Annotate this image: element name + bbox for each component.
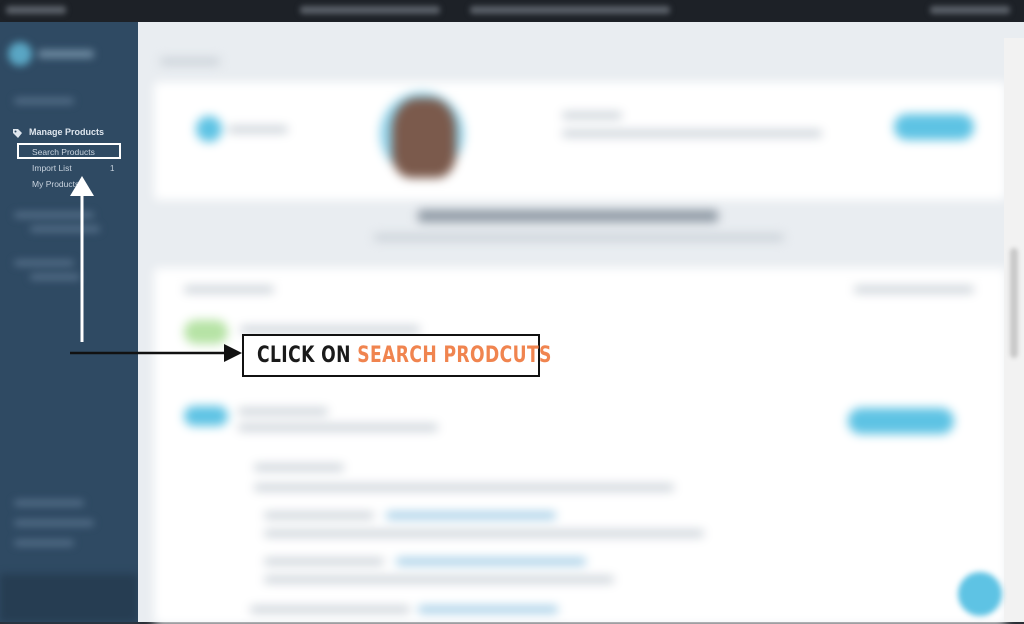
- annotation-arrows: [70, 176, 242, 362]
- callout-text-prefix: CLICK ON: [257, 343, 358, 368]
- up-arrow-icon: [70, 176, 94, 196]
- callout-text-highlight: SEARCH PRODCUTS: [357, 343, 552, 368]
- right-arrow-icon: [224, 344, 242, 362]
- instruction-callout: CLICK ON SEARCH PRODCUTS: [242, 334, 551, 377]
